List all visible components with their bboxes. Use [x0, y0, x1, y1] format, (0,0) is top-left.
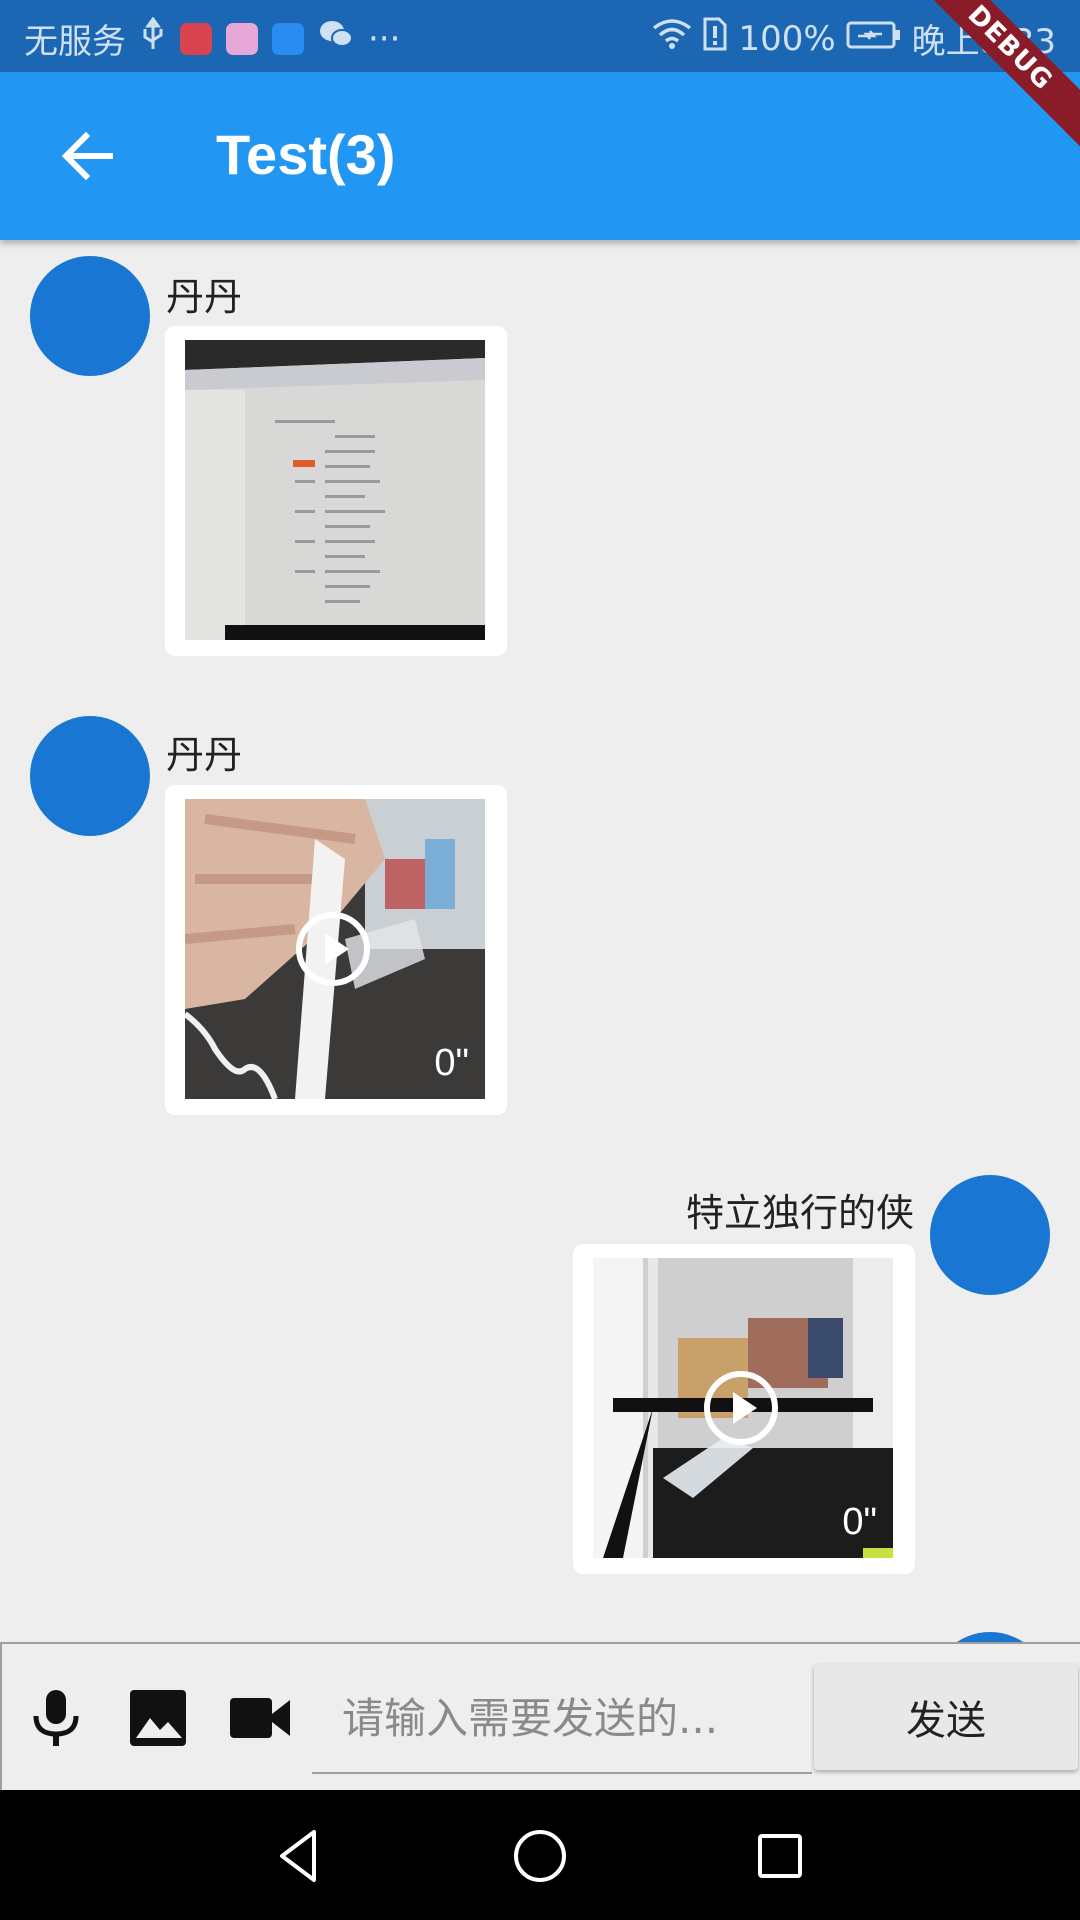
wechat-icon	[318, 18, 354, 59]
sim-alert-icon	[702, 17, 728, 60]
arrow-back-icon	[61, 131, 113, 181]
nav-home-icon[interactable]	[508, 1824, 572, 1888]
message-input-bar: 发送	[0, 1642, 1080, 1790]
back-button[interactable]	[48, 116, 128, 196]
send-button[interactable]: 发送	[814, 1664, 1078, 1770]
avatar[interactable]	[30, 716, 150, 836]
sender-name: 丹丹	[166, 275, 243, 319]
play-icon[interactable]	[295, 911, 371, 987]
app-bar: Test(3)	[0, 72, 1080, 240]
status-bar: 无服务 ··· 100% 晚上8:33	[0, 0, 1080, 72]
video-message-bubble[interactable]: 0"	[165, 785, 507, 1115]
microphone-icon[interactable]	[24, 1686, 88, 1750]
nav-back-icon[interactable]	[268, 1824, 332, 1888]
gallery-app-icon	[226, 22, 258, 55]
page-title: Test(3)	[216, 123, 396, 186]
play-icon[interactable]	[703, 1370, 779, 1446]
image-icon[interactable]	[126, 1686, 190, 1750]
battery-percent: 100%	[738, 18, 836, 59]
sender-name: 丹丹	[166, 733, 243, 777]
more-notifications-text: ···	[368, 18, 401, 59]
video-message-bubble[interactable]: 0"	[573, 1244, 915, 1574]
huawei-app-icon	[180, 22, 212, 55]
video-duration: 0"	[434, 1042, 469, 1084]
sender-name: 特立独行的侠	[685, 1191, 914, 1235]
system-nav-bar	[0, 1790, 1080, 1920]
video-app-icon	[272, 22, 304, 55]
avatar[interactable]	[30, 256, 150, 376]
image-thumbnail	[185, 340, 485, 640]
nav-recents-icon[interactable]	[748, 1824, 812, 1888]
usb-icon	[140, 16, 166, 60]
video-duration: 0"	[842, 1501, 877, 1543]
video-camera-icon[interactable]	[228, 1686, 292, 1750]
carrier-text: 无服务	[24, 22, 126, 62]
wifi-icon	[652, 18, 692, 59]
image-message-bubble[interactable]	[165, 326, 507, 656]
message-input[interactable]	[312, 1664, 812, 1774]
battery-charging-icon	[846, 19, 902, 59]
avatar[interactable]	[930, 1175, 1050, 1295]
